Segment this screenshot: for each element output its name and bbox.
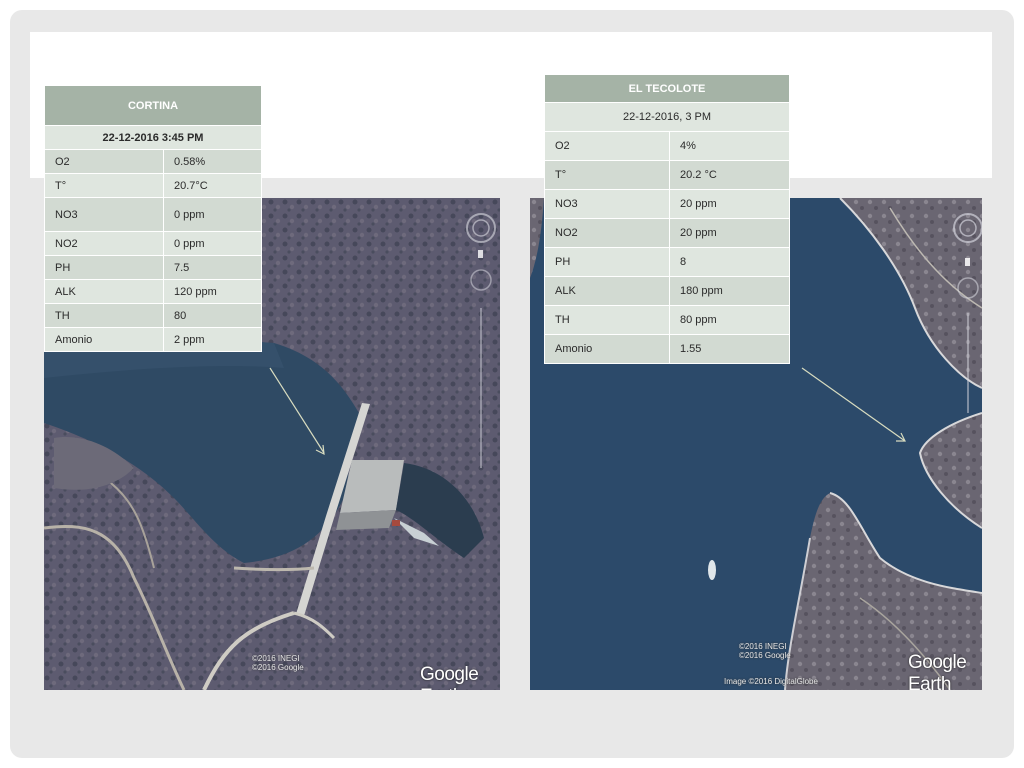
parameter-value: 20.2 °C <box>669 160 790 190</box>
parameter-value: 0 ppm <box>163 197 262 232</box>
parameter-name: NO2 <box>44 231 164 256</box>
table-title: CORTINA <box>44 85 262 126</box>
parameter-name: PH <box>544 247 670 277</box>
parameter-value: 20 ppm <box>669 189 790 219</box>
parameter-value: 2 ppm <box>163 327 262 352</box>
water-quality-table-tecolote: EL TECOLOTE 22-12-2016, 3 PM O2 4% T° 20… <box>544 74 790 364</box>
parameter-name: Amonio <box>544 334 670 364</box>
map-credit-inegi: ©2016 INEGI <box>252 654 300 663</box>
sample-date: 22-12-2016 3:45 PM <box>44 125 262 150</box>
water-quality-table-cortina: CORTINA 22-12-2016 3:45 PM O2 0.58% T° 2… <box>44 85 262 352</box>
map-credit-google: ©2016 Google <box>739 651 791 660</box>
parameter-name: O2 <box>544 131 670 161</box>
parameter-name: Amonio <box>44 327 164 352</box>
parameter-value: 20.7°C <box>163 173 262 198</box>
map-credit-inegi: ©2016 INEGI <box>739 642 787 651</box>
parameter-name: NO3 <box>544 189 670 219</box>
parameter-value: 0 ppm <box>163 231 262 256</box>
parameter-name: ALK <box>44 279 164 304</box>
parameter-value: 180 ppm <box>669 276 790 306</box>
parameter-name: TH <box>544 305 670 335</box>
parameter-name: ALK <box>544 276 670 306</box>
parameter-value: 8 <box>669 247 790 277</box>
map-credit-digitalglobe: Image ©2016 DigitalGlobe <box>724 677 818 686</box>
parameter-name: T° <box>44 173 164 198</box>
parameter-value: 1.55 <box>669 334 790 364</box>
google-earth-watermark: Google Earth <box>420 664 479 690</box>
parameter-value: 20 ppm <box>669 218 790 248</box>
table-title: EL TECOLOTE <box>544 74 790 103</box>
google-earth-watermark: Google Earth <box>908 652 967 690</box>
parameter-value: 4% <box>669 131 790 161</box>
parameter-value: 7.5 <box>163 255 262 280</box>
parameter-name: T° <box>544 160 670 190</box>
parameter-value: 120 ppm <box>163 279 262 304</box>
parameter-name: TH <box>44 303 164 328</box>
sample-date: 22-12-2016, 3 PM <box>544 102 790 132</box>
parameter-name: PH <box>44 255 164 280</box>
parameter-name: NO3 <box>44 197 164 232</box>
parameter-value: 80 ppm <box>669 305 790 335</box>
parameter-name: O2 <box>44 149 164 174</box>
parameter-name: NO2 <box>544 218 670 248</box>
parameter-value: 0.58% <box>163 149 262 174</box>
map-credit-google: ©2016 Google <box>252 663 304 672</box>
parameter-value: 80 <box>163 303 262 328</box>
